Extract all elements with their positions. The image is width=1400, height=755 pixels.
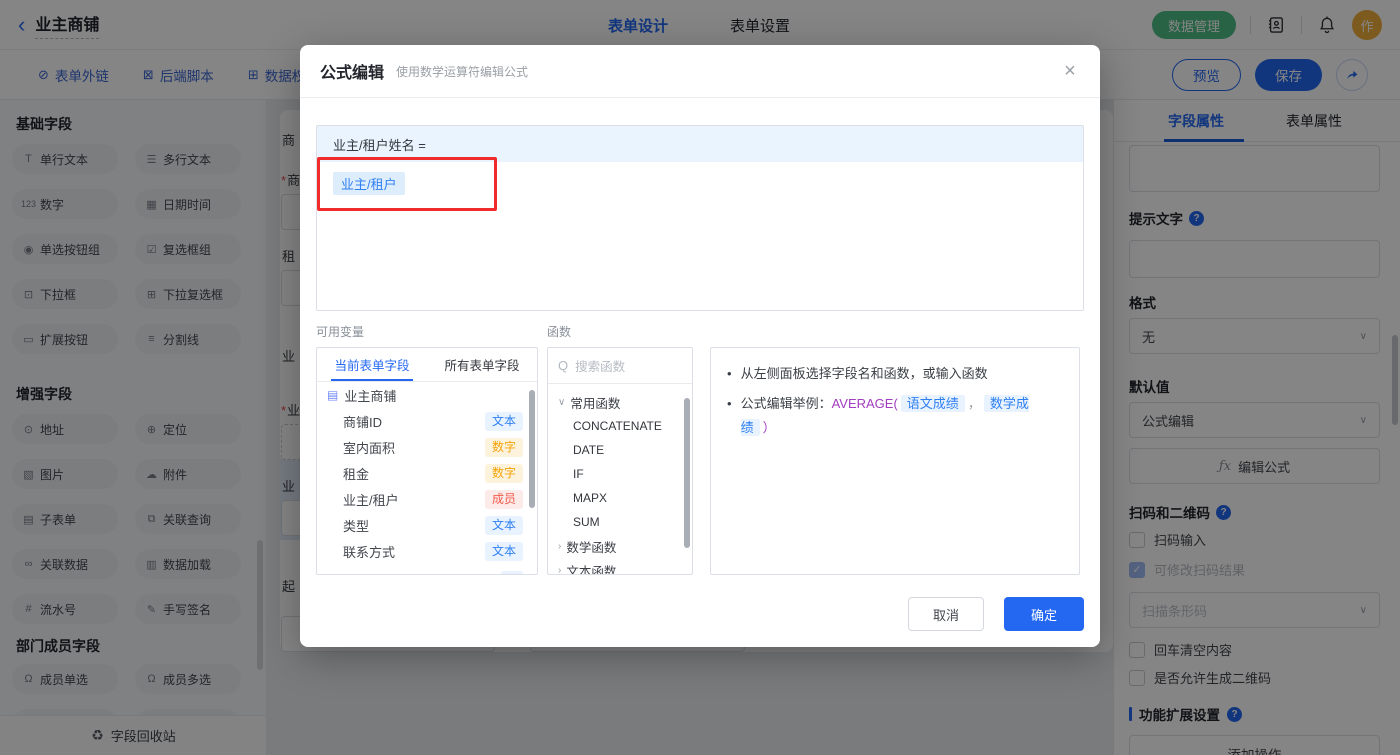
tip-line-2: • 公式编辑举例：AVERAGE(语文成绩，数学成绩）	[727, 392, 1063, 440]
type-badge-partial	[501, 571, 523, 574]
variables-panel: 当前表单字段 所有表单字段 ▤ 业主商铺 商铺ID 文本 室内面积 数字 租金	[316, 347, 538, 575]
form-node[interactable]: ▤ 业主商铺	[317, 382, 537, 408]
type-badge: 文本	[484, 541, 523, 561]
functions-scrollbar[interactable]	[684, 398, 690, 548]
search-icon: Q	[558, 358, 569, 373]
chevron-right-icon: ›	[558, 540, 562, 552]
variables-list: ▤ 业主商铺 商铺ID 文本 室内面积 数字 租金 数字 业主/租户 成员 类型…	[317, 382, 537, 574]
formula-editor[interactable]: 业主/租户姓名 = 业主/租户	[316, 125, 1084, 311]
variable-field-row[interactable]: 室内面积 数字	[317, 434, 537, 460]
close-icon[interactable]: ×	[1056, 57, 1084, 85]
function-item[interactable]: DATE	[548, 438, 692, 462]
variable-field-row-partial	[317, 564, 537, 574]
example-function-name: AVERAGE(	[831, 396, 898, 411]
type-badge: 文本	[484, 515, 523, 535]
tips-panel: • 从左侧面板选择字段名和函数，或输入函数 • 公式编辑举例：AVERAGE(语…	[710, 347, 1080, 575]
confirm-button[interactable]: 确定	[1004, 597, 1084, 631]
variables-label: 可用变量	[316, 325, 365, 339]
tab-current-form-fields[interactable]: 当前表单字段	[317, 348, 427, 381]
cancel-button[interactable]: 取消	[908, 597, 984, 631]
type-badge: 数字	[484, 437, 523, 457]
chevron-down-icon: ∨	[558, 396, 566, 408]
tab-all-form-fields[interactable]: 所有表单字段	[427, 348, 537, 381]
variable-field-row[interactable]: 联系方式 文本	[317, 538, 537, 564]
formula-edit-dialog: 公式编辑 使用数学运算符编辑公式 × 业主/租户姓名 = 业主/租户 可用变量 …	[300, 45, 1100, 647]
function-item[interactable]: IF	[548, 462, 692, 486]
function-item[interactable]: CONCATENATE	[548, 414, 692, 438]
dialog-subtitle: 使用数学运算符编辑公式	[396, 64, 529, 79]
type-badge: 数字	[484, 463, 523, 483]
function-item[interactable]: MAPX	[548, 486, 692, 510]
functions-panel: Q 搜索函数 ∨ 常用函数 CONCATENATE DATE IF MAPX S…	[547, 347, 693, 575]
dialog-title: 公式编辑	[320, 65, 385, 82]
tip-line-1: • 从左侧面板选择字段名和函数，或输入函数	[727, 362, 1063, 386]
form-doc-icon: ▤	[327, 388, 339, 402]
example-chip: 语文成绩	[900, 395, 965, 412]
function-search-input[interactable]: Q 搜索函数	[548, 348, 692, 384]
app-root: ‹ 业主商铺 表单设计 表单设置 数据管理 作 ⊘ 表单外链 ⊠ 后端脚本 ⊞ …	[0, 0, 1400, 755]
function-group-common[interactable]: ∨ 常用函数	[548, 390, 692, 414]
variable-field-row[interactable]: 租金 数字	[317, 460, 537, 486]
function-group-text[interactable]: › 文本函数	[548, 558, 692, 575]
search-placeholder: 搜索函数	[575, 360, 626, 374]
variable-field-row[interactable]: 商铺ID 文本	[317, 408, 537, 434]
function-tree: ∨ 常用函数 CONCATENATE DATE IF MAPX SUM › 数学…	[548, 384, 692, 575]
variable-field-row[interactable]: 业主/租户 成员	[317, 486, 537, 512]
functions-label: 函数	[547, 325, 572, 339]
variable-field-row[interactable]: 类型 文本	[317, 512, 537, 538]
dialog-header: 公式编辑 使用数学运算符编辑公式	[300, 45, 1100, 98]
annotation-red-box	[317, 157, 497, 211]
function-group-math[interactable]: › 数学函数	[548, 534, 692, 558]
function-item[interactable]: SUM	[548, 510, 692, 534]
bullet: •	[727, 396, 732, 411]
bullet: •	[727, 366, 732, 381]
type-badge: 成员	[484, 489, 523, 509]
chevron-right-icon: ›	[558, 564, 562, 575]
variables-scrollbar[interactable]	[529, 390, 535, 508]
type-badge: 文本	[484, 411, 523, 431]
